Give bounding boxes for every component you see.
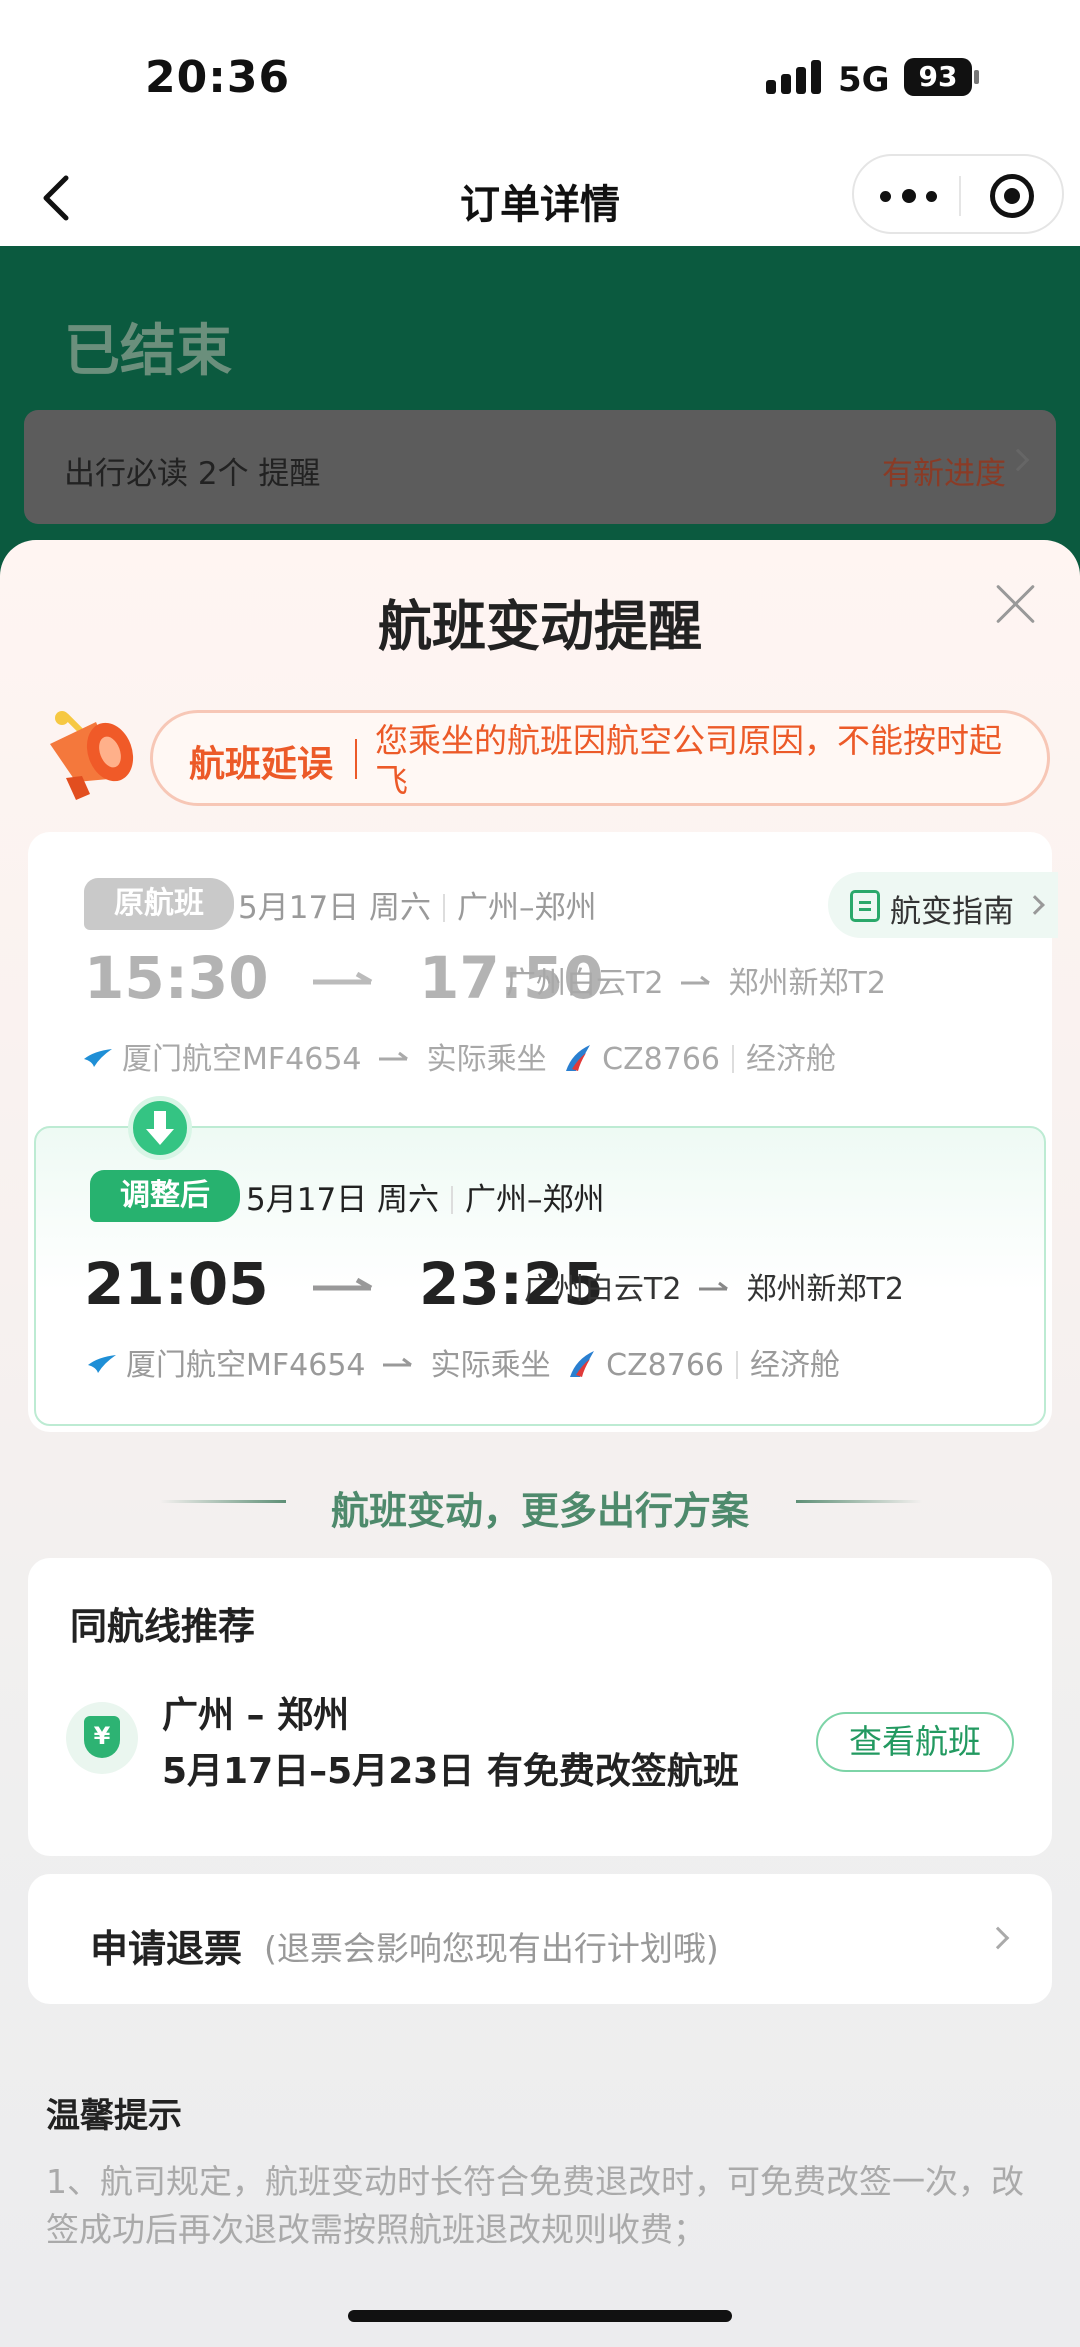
delay-tag: 航班延误 — [189, 744, 334, 785]
arrow-right-icon — [379, 1051, 408, 1061]
marketing-flight: 厦门航空MF4654 — [122, 1042, 362, 1077]
clock: 20:36 — [145, 52, 291, 103]
document-icon — [850, 890, 880, 922]
refund-row[interactable]: 申请退票 (退票会影响您现有出行计划哦) — [28, 1874, 1052, 2004]
notice-text: 出行必读 2个 提醒 — [64, 456, 321, 492]
adjusted-airports: 广州白云T2 郑州新郑T2 — [524, 1264, 904, 1308]
original-dep-time: 15:30 — [84, 944, 269, 1012]
megaphone-icon — [50, 711, 134, 800]
delay-banner: 航班延误 您乘坐的航班因航空公司原因，不能按时起飞 — [150, 710, 1050, 806]
original-airports: 广州白云T2 郑州新郑T2 — [506, 958, 886, 1002]
delay-separator — [355, 739, 357, 779]
original-route: 广州–郑州 — [457, 890, 597, 926]
battery-icon: 93 — [904, 58, 972, 96]
view-flights-button[interactable]: 查看航班 — [816, 1712, 1014, 1772]
adjusted-route: 广州–郑州 — [465, 1182, 605, 1218]
nav-bar: 订单详情 — [0, 150, 1080, 246]
order-header: 已结束 出行必读 2个 提醒 有新进度 — [0, 246, 1080, 586]
adjusted-dep-airport: 广州白云T2 — [524, 1272, 682, 1307]
recommend-desc: 5月17日–5月23日 有免费改签航班 — [162, 1751, 739, 1792]
recommend-route: 广州 – 郑州 — [162, 1695, 350, 1736]
adjusted-date: 5月17日 周六 — [246, 1182, 440, 1218]
china-southern-logo-icon — [570, 1351, 595, 1377]
divider-line-right — [796, 1500, 922, 1503]
original-date: 5月17日 周六 — [238, 890, 432, 926]
actual-label: 实际乘坐 — [430, 1348, 551, 1383]
home-indicator[interactable] — [348, 2310, 732, 2322]
adjusted-flight-meta: 5月17日 周六 广州–郑州 — [246, 1174, 605, 1219]
chevron-right-icon — [1006, 448, 1030, 472]
travel-notice-bar[interactable]: 出行必读 2个 提醒 有新进度 — [24, 410, 1056, 524]
arrow-right-icon — [312, 971, 373, 985]
original-arr-airport: 郑州新郑T2 — [728, 966, 886, 1001]
original-airline-row: 厦门航空MF4654 实际乘坐 CZ8766 经济舱 — [84, 1034, 836, 1078]
adjusted-airline-row: 厦门航空MF4654 实际乘坐 CZ8766 经济舱 — [88, 1340, 840, 1384]
chevron-right-icon — [986, 1926, 1010, 1950]
delay-message: 您乘坐的航班因航空公司原因，不能按时起飞 — [375, 721, 1002, 800]
original-dep-airport: 广州白云T2 — [506, 966, 664, 1001]
refund-note: (退票会影响您现有出行计划哦) — [264, 1929, 719, 1968]
adjusted-dep-time: 21:05 — [84, 1250, 269, 1318]
close-icon[interactable] — [994, 582, 1038, 626]
network-type: 5G — [838, 60, 890, 100]
fade-overlay — [0, 2248, 1080, 2347]
xiamen-airlines-logo-icon — [84, 1049, 112, 1067]
cabin-class: 经济舱 — [746, 1042, 836, 1077]
section-divider: 航班变动，更多出行方案 — [0, 1472, 1080, 1533]
chevron-right-icon — [1025, 895, 1045, 915]
arrow-right-icon — [698, 1281, 728, 1291]
divider-title: 航班变动，更多出行方案 — [330, 1489, 749, 1533]
order-status: 已结束 — [64, 319, 232, 384]
arrow-right-icon — [383, 1357, 412, 1367]
adjusted-flight-tag: 调整后 — [90, 1170, 240, 1222]
original-flight-meta: 5月17日 周六 广州–郑州 — [238, 882, 597, 927]
close-mini-program-icon[interactable] — [990, 174, 1034, 218]
arrow-down-icon — [128, 1096, 192, 1160]
cabin-class: 经济舱 — [750, 1348, 840, 1383]
notice-progress: 有新进度 — [882, 456, 1006, 492]
operating-flight: CZ8766 — [606, 1348, 724, 1383]
recommend-title: 同航线推荐 — [70, 1605, 255, 1648]
recommend-item: ¥ 广州 – 郑州 5月17日–5月23日 有免费改签航班 查看航班 — [28, 1654, 1052, 1856]
flight-change-sheet: 航班变动提醒 航班延误 您乘坐的航班因航空公司原因，不能按时起飞 原航班 5月1… — [0, 540, 1080, 2347]
actual-label: 实际乘坐 — [426, 1042, 547, 1077]
capsule-divider — [959, 176, 961, 216]
flight-change-guide-button[interactable]: 航变指南 — [828, 872, 1058, 938]
china-southern-logo-icon — [566, 1045, 591, 1071]
signal-icon — [766, 58, 822, 94]
operating-flight: CZ8766 — [602, 1042, 720, 1077]
xiamen-airlines-logo-icon — [88, 1355, 116, 1373]
marketing-flight: 厦门航空MF4654 — [126, 1348, 366, 1383]
adjusted-arr-airport: 郑州新郑T2 — [746, 1272, 904, 1307]
tips-body: 1、航司规定，航班变动时长符合免费退改时，可免费改签一次，改签成功后再次退改需按… — [46, 2162, 1024, 2249]
status-bar: 20:36 5G 93 — [0, 0, 1080, 150]
flight-comparison-card: 原航班 5月17日 周六 广州–郑州 航变指南 15:30 17:50 广州白云T… — [28, 832, 1058, 1432]
sheet-title: 航班变动提醒 — [378, 595, 702, 658]
refund-shield-icon: ¥ — [66, 1702, 138, 1774]
refund-label: 申请退票 — [90, 1927, 243, 1971]
yuan-shield: ¥ — [84, 1716, 120, 1758]
arrow-right-icon — [680, 975, 710, 985]
battery-tip — [974, 70, 979, 84]
arrow-right-icon — [312, 1277, 373, 1291]
more-icon[interactable] — [880, 180, 938, 212]
original-flight-tag: 原航班 — [84, 878, 234, 930]
guide-label: 航变指南 — [890, 894, 1014, 930]
mini-program-capsule — [852, 154, 1064, 234]
tips-title: 温馨提示 — [46, 2096, 182, 2136]
